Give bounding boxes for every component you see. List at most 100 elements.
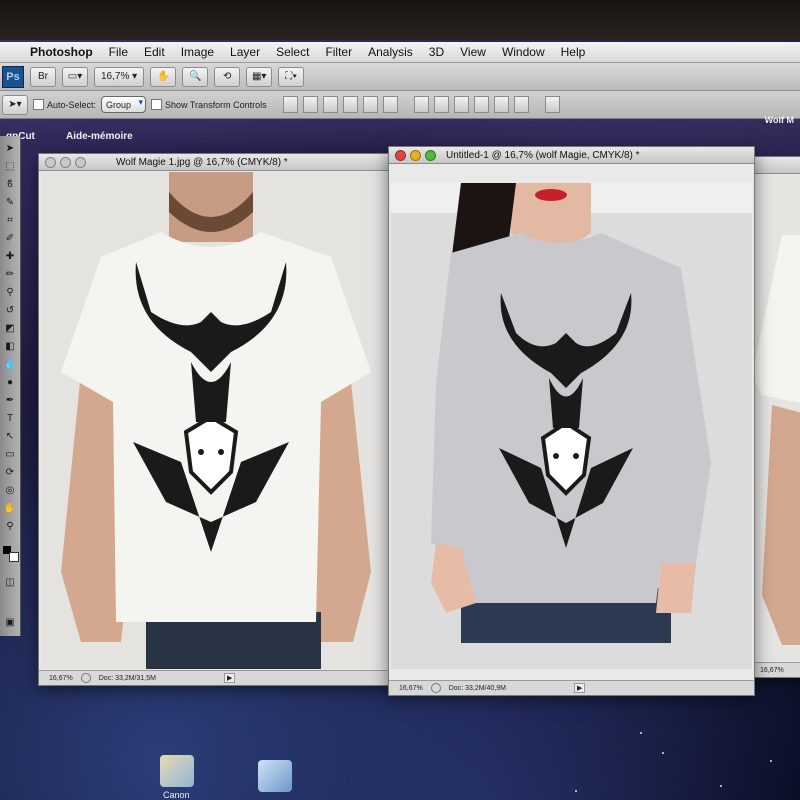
marquee-tool-icon[interactable]: ⬚ — [3, 160, 17, 174]
zoom-level-select[interactable]: 16,7% ▾ — [94, 66, 145, 87]
navigator-icon[interactable] — [430, 683, 441, 693]
pen-tool-icon[interactable]: ✒ — [3, 394, 17, 408]
path-select-tool-icon[interactable]: ↖ — [3, 430, 17, 444]
menu-view[interactable]: View — [452, 45, 494, 59]
image-folder-icon[interactable] — [258, 760, 292, 792]
show-transform-option[interactable]: Show Transform Controls — [151, 99, 267, 110]
tshirt-man-photo-partial — [752, 235, 800, 645]
menu-app[interactable]: Photoshop — [22, 45, 101, 59]
hand-tool-panel-icon[interactable]: ✋ — [3, 502, 17, 516]
zoom-button[interactable] — [75, 156, 86, 168]
auto-align-layers-icon[interactable] — [544, 96, 560, 113]
distribute-right-icon[interactable] — [513, 96, 529, 113]
show-transform-checkbox[interactable] — [151, 99, 163, 110]
menu-file[interactable]: File — [101, 45, 136, 59]
healing-tool-icon[interactable]: ✚ — [3, 250, 17, 264]
status-menu-arrow-icon[interactable]: ▶ — [573, 683, 586, 693]
document-window-third[interactable]: 16,67% — [749, 156, 800, 678]
eyedropper-tool-icon[interactable]: ✐ — [3, 232, 17, 246]
menu-window[interactable]: Window — [494, 45, 553, 59]
document-status-bar: 16,67% Doc: 33,2M/40,9M ▶ — [389, 680, 754, 695]
minimize-button[interactable] — [60, 156, 71, 168]
view-extras-icon[interactable]: ▭▾ — [62, 66, 88, 87]
blur-tool-icon[interactable]: 💧 — [3, 358, 17, 372]
status-zoom[interactable]: 16,67% — [399, 685, 423, 692]
align-hcenter-icon[interactable] — [362, 96, 378, 113]
close-button[interactable] — [395, 149, 406, 161]
hand-tool-icon[interactable]: ✋ — [150, 66, 177, 87]
align-top-icon[interactable] — [282, 96, 298, 113]
distribute-hcenter-icon[interactable] — [493, 96, 509, 113]
zoom-button[interactable] — [425, 149, 436, 161]
distribute-left-icon[interactable] — [473, 96, 489, 113]
status-menu-arrow-icon[interactable]: ▶ — [223, 673, 236, 683]
document-window-untitled[interactable]: Untitled-1 @ 16,7% (wolf Magie, CMYK/8) … — [388, 146, 755, 696]
gradient-tool-icon[interactable]: ◧ — [3, 340, 17, 354]
screen-mode-panel-icon[interactable]: ▣ — [3, 616, 17, 630]
align-right-icon[interactable] — [382, 96, 398, 113]
auto-select-target-select[interactable]: Group — [101, 96, 147, 113]
lasso-tool-icon[interactable]: ϐ — [3, 178, 17, 192]
rotate-view-icon[interactable]: ⟲ — [214, 66, 241, 87]
photoshop-logo-icon[interactable]: Ps — [2, 65, 24, 88]
history-brush-tool-icon[interactable]: ↺ — [3, 304, 17, 318]
move-tool-icon[interactable]: ➤ — [3, 142, 17, 156]
menu-filter[interactable]: Filter — [317, 45, 360, 59]
bridge-icon[interactable]: Br — [30, 66, 56, 87]
navigator-icon[interactable] — [80, 673, 91, 683]
close-button[interactable] — [45, 156, 56, 168]
menu-select[interactable]: Select — [268, 45, 317, 59]
arrange-documents-icon[interactable]: ▦▾ — [246, 66, 273, 87]
document-canvas[interactable] — [41, 172, 390, 669]
minimize-button[interactable] — [410, 149, 421, 161]
auto-select-checkbox[interactable] — [33, 99, 44, 110]
document-window-wolf-magie[interactable]: Wolf Magie 1.jpg @ 16,7% (CMYK/8) * 16,6… — [38, 153, 393, 686]
star — [770, 760, 772, 762]
document-titlebar[interactable] — [750, 157, 800, 174]
zoom-tool-panel-icon[interactable]: ⚲ — [3, 520, 17, 534]
3d-orbit-tool-icon[interactable]: ◎ — [3, 484, 17, 498]
align-left-icon[interactable] — [342, 96, 358, 113]
align-bottom-icon[interactable] — [322, 96, 338, 113]
menu-3d[interactable]: 3D — [421, 45, 452, 59]
document-titlebar[interactable]: Wolf Magie 1.jpg @ 16,7% (CMYK/8) * — [39, 154, 392, 171]
quick-mask-icon[interactable]: ◫ — [3, 576, 17, 590]
auto-select-target-value: Group — [106, 99, 132, 110]
3d-rotate-tool-icon[interactable]: ⟳ — [3, 466, 17, 480]
shape-tool-icon[interactable]: ▭ — [3, 448, 17, 462]
status-zoom[interactable]: 16,67% — [49, 675, 73, 682]
distribute-vcenter-icon[interactable] — [433, 96, 449, 113]
align-vcenter-icon[interactable] — [302, 96, 318, 113]
application-bar: Ps Br ▭▾ 16,7% ▾ ✋ 🔍 ⟲ ▦▾ ⛶▾ — [0, 63, 800, 91]
sweater-woman-photo — [391, 183, 752, 643]
brush-tool-icon[interactable]: ✏ — [3, 268, 17, 282]
distribute-top-icon[interactable] — [413, 96, 429, 113]
auto-select-option[interactable]: Auto-Select: — [33, 99, 96, 110]
eraser-tool-icon[interactable]: ◩ — [3, 322, 17, 336]
crop-tool-icon[interactable]: ⌗ — [3, 214, 17, 228]
quick-select-tool-icon[interactable]: ✎ — [3, 196, 17, 210]
move-tool-preset-icon[interactable]: ➤▾ — [2, 94, 28, 115]
status-zoom[interactable]: 16,67% — [760, 667, 784, 674]
canon-app-label: Canon — [163, 790, 190, 800]
menu-edit[interactable]: Edit — [136, 45, 173, 59]
menu-analysis[interactable]: Analysis — [360, 45, 421, 59]
distribute-bottom-icon[interactable] — [453, 96, 469, 113]
document-titlebar[interactable]: Untitled-1 @ 16,7% (wolf Magie, CMYK/8) … — [389, 147, 754, 164]
screen-mode-icon[interactable]: ⛶▾ — [278, 66, 305, 87]
type-tool-icon[interactable]: T — [3, 412, 17, 426]
document-canvas[interactable] — [391, 183, 752, 669]
document-canvas[interactable] — [752, 175, 800, 661]
background-color-swatch[interactable] — [9, 552, 19, 562]
menu-layer[interactable]: Layer — [222, 45, 268, 59]
dodge-tool-icon[interactable]: ● — [3, 376, 17, 390]
tab-aide-memoire[interactable]: Aide-mémoire — [66, 131, 133, 142]
menu-help[interactable]: Help — [553, 45, 594, 59]
stamp-tool-icon[interactable]: ⚲ — [3, 286, 17, 300]
tab-wolf-magie-partial[interactable]: Wolf M — [765, 115, 794, 125]
canon-app-icon[interactable] — [160, 755, 194, 787]
tshirt-man-photo — [61, 172, 371, 669]
zoom-tool-icon[interactable]: 🔍 — [182, 66, 209, 87]
menu-image[interactable]: Image — [173, 45, 222, 59]
star — [640, 732, 642, 734]
